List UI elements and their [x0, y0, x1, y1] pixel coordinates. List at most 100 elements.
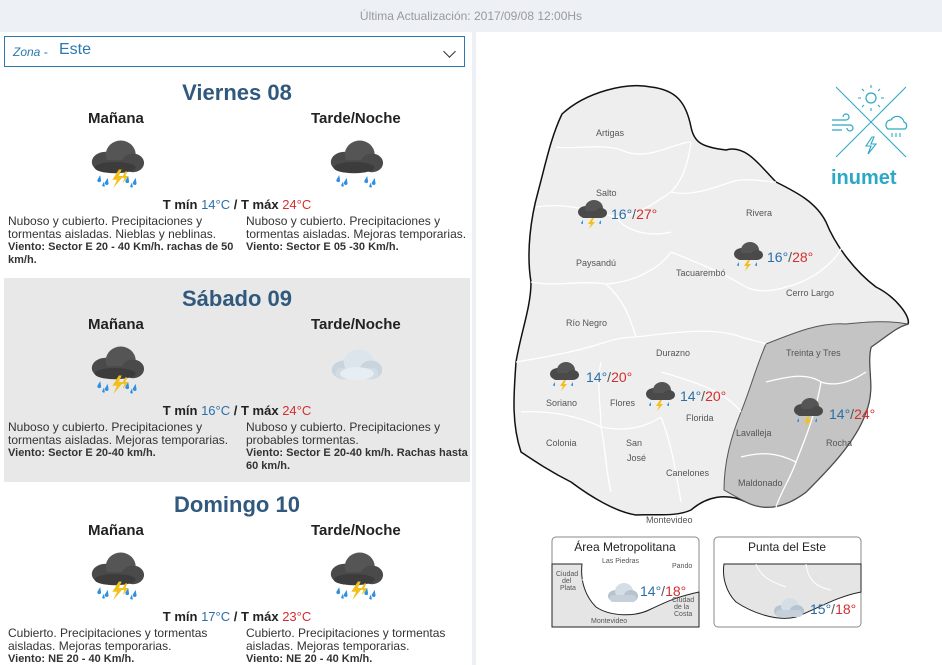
brand-text: inumet — [831, 167, 897, 189]
tmax-label: T máx — [240, 197, 279, 212]
storm-cloud-icon — [91, 346, 145, 395]
night-text: Cubierto. Precipitaciones y tormentas ai… — [246, 626, 446, 653]
dept-canelones: Canelones — [666, 468, 710, 478]
dept-rocha: Rocha — [826, 438, 852, 448]
dept-flores: Flores — [610, 398, 636, 408]
day-forecast: Viernes 08 Mañana Tarde/Noche T mín 14°C… — [4, 72, 470, 276]
zone-select[interactable]: Zona - Este — [4, 36, 465, 67]
svg-text:16°/27°: 16°/27° — [611, 206, 657, 222]
dept-durazno: Durazno — [656, 348, 690, 358]
morning-wind: Viento: NE 20 - 40 Km/h. — [8, 653, 135, 665]
tmin-value: 16°C — [201, 403, 231, 418]
night-description: Cubierto. Precipitaciones y tormentas ai… — [246, 627, 468, 665]
inset-punta-del-este[interactable]: Punta del Este 15°/18° — [713, 536, 862, 628]
morning-wind: Viento: Sector E 20 - 40 Km/h. rachas de… — [8, 241, 234, 266]
morning-label: Mañana — [88, 316, 144, 333]
map-panel: inumet Artigas Salto Rivera Paysandú Tac… — [476, 32, 942, 665]
zone-label: Zona - — [13, 45, 48, 59]
inset-title: Punta del Este — [748, 540, 826, 554]
storm-cloud-icon — [91, 140, 145, 189]
country-outline — [513, 85, 910, 516]
dept-salto: Salto — [596, 188, 617, 198]
svg-text:14°/18°: 14°/18° — [640, 583, 686, 599]
storm-cloud-icon — [91, 552, 145, 601]
temp-separator: / — [233, 197, 238, 212]
lightning-icon — [864, 136, 878, 155]
temperature-range: T mín 17°C / T máx 23°C — [4, 609, 470, 624]
day-title: Domingo 10 — [174, 492, 300, 517]
temperature-range: T mín 14°C / T máx 24°C — [4, 197, 470, 212]
morning-description: Nuboso y cubierto. Precipitaciones y tor… — [8, 421, 236, 460]
tmax-value: 24°C — [282, 197, 312, 212]
day-forecast: Domingo 10 Mañana Tarde/Noche T mín 17°C… — [4, 484, 470, 665]
morning-text: Nuboso y cubierto. Precipitaciones y tor… — [8, 214, 217, 241]
night-text: Nuboso y cubierto. Precipitaciones y tor… — [246, 214, 467, 241]
night-description: Nuboso y cubierto. Precipitaciones y pro… — [246, 421, 468, 473]
dept-colonia: Colonia — [546, 438, 577, 448]
night-label: Tarde/Noche — [311, 110, 401, 127]
last-update: Última Actualización: 2017/09/08 12:00Hs — [359, 9, 583, 23]
wind-icon — [832, 113, 854, 132]
morning-description: Cubierto. Precipitaciones y tormentas ai… — [8, 627, 236, 665]
tmin-value: 14°C — [201, 197, 231, 212]
forecast-panel: Zona - Este Viernes 08 Mañana Tarde/Noch… — [0, 32, 472, 665]
dept-florida: Florida — [686, 413, 714, 423]
dept-treinta-y-tres: Treinta y Tres — [786, 348, 841, 358]
chevron-down-icon[interactable] — [443, 45, 456, 58]
dept-rio-negro: Río Negro — [566, 318, 607, 328]
inumet-logo: inumet — [831, 85, 908, 189]
morning-wind: Viento: Sector E 20-40 km/h. — [8, 447, 156, 459]
label-pando: Pando — [672, 563, 692, 570]
svg-text:14°/20°: 14°/20° — [680, 388, 726, 404]
rain-cloud-icon — [885, 115, 908, 137]
cloud-icon — [331, 349, 383, 381]
rain-cloud-icon — [330, 140, 384, 188]
label-ciudad-del-plata: Plata — [560, 585, 576, 592]
svg-text:16°/28°: 16°/28° — [767, 249, 813, 265]
morning-label: Mañana — [88, 522, 144, 539]
label-ciudad-de-la-costa: Costa — [674, 611, 692, 618]
day-title: Viernes 08 — [182, 80, 292, 105]
label-las-piedras: Las Piedras — [602, 558, 639, 565]
day-title: Sábado 09 — [181, 286, 293, 311]
dept-paysandu: Paysandú — [576, 258, 616, 268]
dept-maldonado: Maldonado — [738, 478, 783, 488]
tmax-label: T máx — [240, 609, 279, 624]
temp-separator: / — [233, 403, 238, 418]
storm-cloud-icon — [330, 552, 384, 601]
night-description: Nuboso y cubierto. Precipitaciones y tor… — [246, 215, 468, 254]
zone-value: Este — [59, 41, 92, 58]
night-wind: Viento: NE 20 - 40 Km/h. — [246, 653, 373, 665]
label-ciudad-del-plata: del — [562, 578, 572, 585]
night-text: Nuboso y cubierto. Precipitaciones y pro… — [246, 420, 441, 447]
dept-cerro-largo: Cerro Largo — [786, 288, 834, 298]
dept-montevideo: Montevideo — [646, 515, 693, 525]
day-forecast: Sábado 09 Mañana Tarde/Noche T mín 16°C … — [4, 278, 470, 482]
tmax-value: 24°C — [282, 403, 312, 418]
dept-san-jose: José — [627, 453, 646, 463]
tmax-label: T máx — [240, 403, 279, 418]
night-wind: Viento: Sector E 05 -30 Km/h. — [246, 241, 399, 253]
night-label: Tarde/Noche — [311, 316, 401, 333]
tmax-value: 23°C — [282, 609, 312, 624]
label-ciudad-de-la-costa: de la — [674, 604, 689, 611]
morning-text: Cubierto. Precipitaciones y tormentas ai… — [8, 626, 208, 653]
morning-text: Nuboso y cubierto. Precipitaciones y tor… — [8, 420, 229, 447]
sun-icon — [858, 85, 884, 111]
inset-metropolitana[interactable]: Área Metropolitana Las Piedras Pando Ciu… — [551, 536, 700, 628]
tmin-label: T mín — [162, 197, 198, 212]
dept-tacuarembo: Tacuarembó — [676, 268, 726, 278]
temperature-range: T mín 16°C / T máx 24°C — [4, 403, 470, 418]
dept-san-jose: San — [626, 438, 642, 448]
tmin-label: T mín — [162, 403, 198, 418]
svg-text:14°/20°: 14°/20° — [586, 369, 632, 385]
dept-lavalleja: Lavalleja — [736, 428, 772, 438]
dept-artigas: Artigas — [596, 128, 625, 138]
svg-text:14°/24°: 14°/24° — [829, 406, 875, 422]
dept-soriano: Soriano — [546, 398, 577, 408]
label-ciudad-del-plata: Ciudad — [556, 571, 578, 578]
tmin-label: T mín — [162, 609, 198, 624]
svg-text:15°/18°: 15°/18° — [810, 601, 856, 617]
label-montevideo: Montevideo — [591, 618, 627, 625]
inset-title: Área Metropolitana — [574, 539, 676, 554]
